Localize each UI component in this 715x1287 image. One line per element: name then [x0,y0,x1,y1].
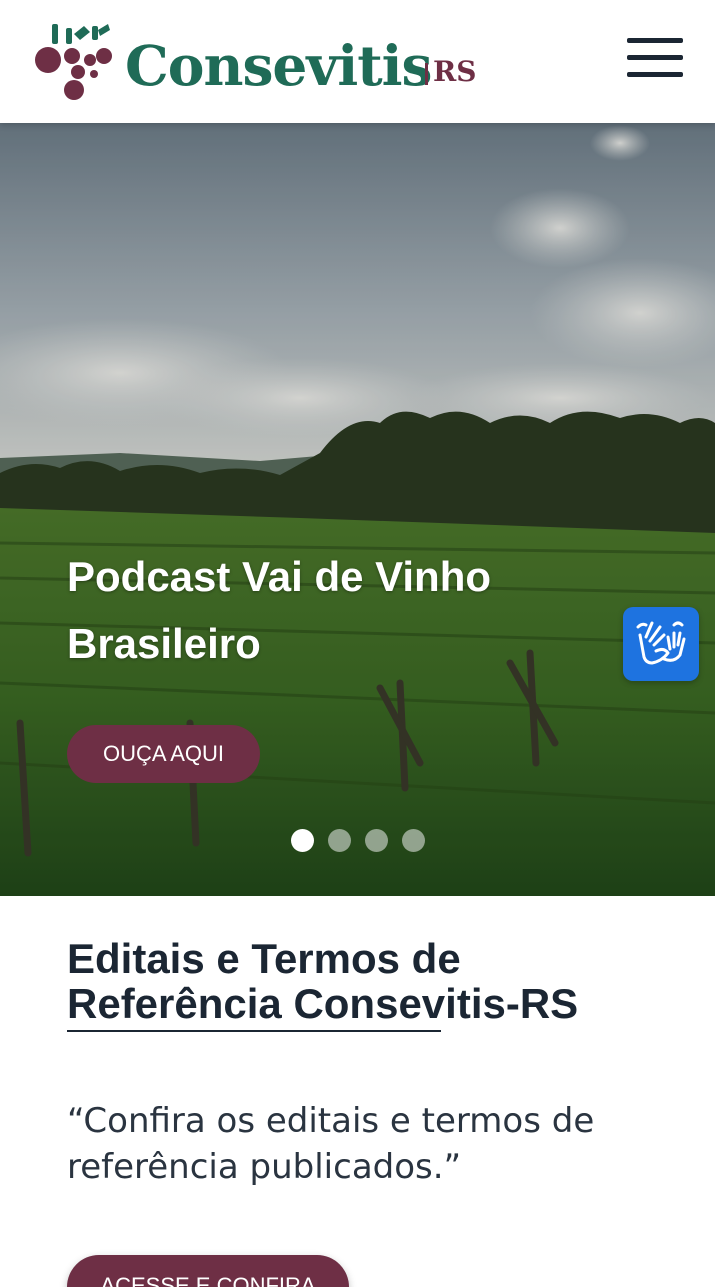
carousel-dot-1[interactable] [291,829,314,852]
hero-title-line-2: Brasileiro [67,620,261,667]
logo-separator [425,63,428,85]
carousel-dot-2[interactable] [328,829,351,852]
hero-title: Podcast Vai de Vinho Brasileiro [67,543,587,677]
logo-suffix: RS [433,55,477,88]
carousel-dot-4[interactable] [402,829,425,852]
carousel-dot-3[interactable] [365,829,388,852]
logo-wordmark: Consevitis [125,33,433,98]
hero-title-line-1: Podcast Vai de Vinho [67,553,492,600]
sign-language-hands-icon [636,621,686,665]
site-header: Consevitis RS [0,0,715,123]
grape-logo-icon [35,24,112,100]
menu-bar [627,55,683,60]
title-underline [67,1030,441,1032]
listen-here-button[interactable]: OUÇA AQUI [67,725,260,783]
menu-bar [627,72,683,77]
hero-carousel[interactable]: Podcast Vai de Vinho Brasileiro OUÇA AQU… [0,123,715,896]
menu-bar [627,38,683,43]
hamburger-menu-icon[interactable] [620,34,686,86]
carousel-pagination [291,829,425,852]
access-and-check-button[interactable]: ACESSE E CONFIRA [67,1255,349,1287]
section-quote: “Confira os editais e termos de referênc… [67,1101,595,1187]
consevitis-logo[interactable]: Consevitis RS [32,20,482,104]
section-title: Editais e Termos de Referência Conseviti… [67,935,579,1027]
sign-language-accessibility-button[interactable] [623,607,699,681]
